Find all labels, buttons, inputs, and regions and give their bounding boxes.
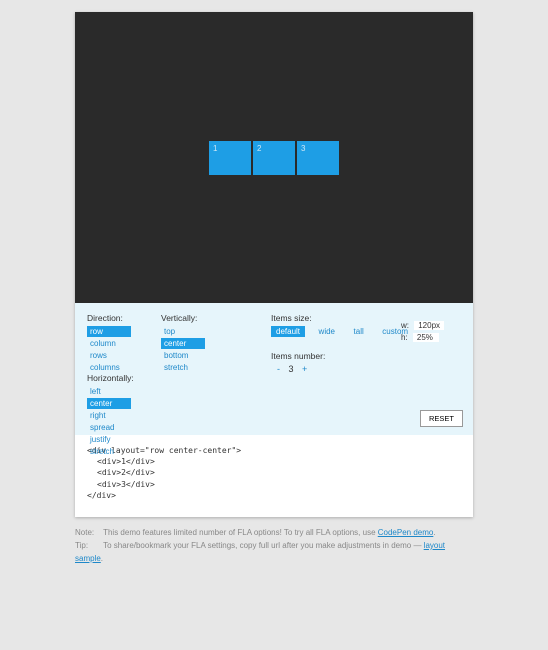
codepen-link[interactable]: CodePen demo <box>378 528 434 537</box>
option-rows[interactable]: rows <box>87 350 131 361</box>
tip-label: Tip: <box>75 540 101 553</box>
items-number-group: Items number: - 3 + <box>271 351 325 374</box>
option-right[interactable]: right <box>87 410 131 421</box>
demo-page: 1 2 3 Direction: row column rows columns… <box>75 12 473 517</box>
option-column[interactable]: column <box>87 338 131 349</box>
option-spread[interactable]: spread <box>87 422 131 433</box>
preview-item: 2 <box>253 141 295 175</box>
option-bottom[interactable]: bottom <box>161 350 205 361</box>
code-line: <div layout="row center-center"> <box>87 445 461 456</box>
height-input[interactable]: 25% <box>413 333 439 342</box>
width-input[interactable]: 120px <box>414 321 444 330</box>
width-label: w: <box>401 321 409 330</box>
preview-item: 3 <box>297 141 339 175</box>
items-number-value: 3 <box>289 364 294 374</box>
vertical-group: Vertically: top center bottom stretch <box>161 313 205 374</box>
increment-button[interactable]: + <box>296 364 313 374</box>
direction-group: Direction: row column rows columns <box>87 313 131 374</box>
option-stretch-horz[interactable]: stretch <box>87 446 131 457</box>
direction-heading: Direction: <box>87 313 131 323</box>
tip-text: To share/bookmark your FLA settings, cop… <box>103 541 424 550</box>
horizontal-group: Horizontally: left center right spread j… <box>87 373 134 458</box>
vertical-heading: Vertically: <box>161 313 205 323</box>
option-wide[interactable]: wide <box>314 326 340 337</box>
code-line: </div> <box>87 490 461 501</box>
option-justify[interactable]: justify <box>87 434 131 445</box>
preview-stage: 1 2 3 <box>75 12 473 303</box>
code-line: <div>2</div> <box>87 467 461 478</box>
decrement-button[interactable]: - <box>271 364 286 374</box>
note-text: This demo features limited number of FLA… <box>103 528 378 537</box>
code-line: <div>1</div> <box>87 456 461 467</box>
option-center-horz[interactable]: center <box>87 398 131 409</box>
code-output: <div layout="row center-center"> <div>1<… <box>75 435 473 517</box>
option-row[interactable]: row <box>87 326 131 337</box>
option-left[interactable]: left <box>87 386 131 397</box>
height-label: h: <box>401 333 408 342</box>
option-stretch-vert[interactable]: stretch <box>161 362 205 373</box>
controls-panel: Direction: row column rows columns Verti… <box>75 303 473 435</box>
custom-size-inputs: w: 120px h: 25% <box>401 321 444 345</box>
preview-items-container: 1 2 3 <box>208 141 340 175</box>
preview-item: 1 <box>209 141 251 175</box>
horizontal-heading: Horizontally: <box>87 373 134 383</box>
option-columns[interactable]: columns <box>87 362 131 373</box>
code-line: <div>3</div> <box>87 479 461 490</box>
footer-notes: Note: This demo features limited number … <box>75 527 473 565</box>
reset-button[interactable]: RESET <box>420 410 463 427</box>
items-number-heading: Items number: <box>271 351 325 361</box>
option-tall[interactable]: tall <box>349 326 369 337</box>
option-center-vert[interactable]: center <box>161 338 205 349</box>
note-label: Note: <box>75 527 101 540</box>
size-heading: Items size: <box>271 313 419 323</box>
option-top[interactable]: top <box>161 326 205 337</box>
option-default[interactable]: default <box>271 326 305 337</box>
size-group: Items size: default wide tall custom <box>271 313 419 338</box>
